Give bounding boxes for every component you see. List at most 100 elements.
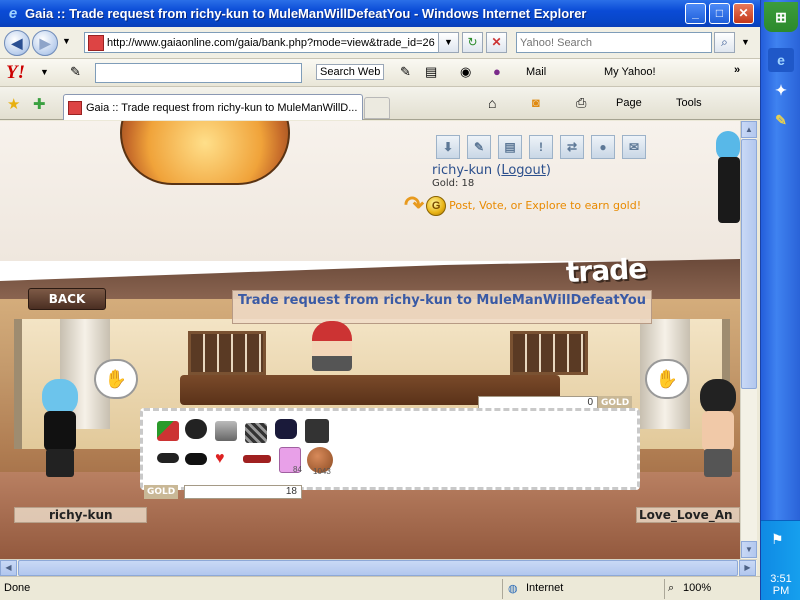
- left-player-name: richy-kun: [14, 507, 147, 523]
- tray-network-icon[interactable]: ⚑: [771, 531, 784, 548]
- search-input[interactable]: [517, 33, 707, 52]
- pencil-icon[interactable]: ✎: [70, 64, 81, 80]
- page-menu-button[interactable]: Page: [616, 97, 642, 109]
- messenger-icon[interactable]: ●: [493, 64, 501, 79]
- taskbar-messenger-icon[interactable]: ✦: [768, 78, 794, 102]
- item-jacket[interactable]: [275, 419, 297, 439]
- forward-nav-button[interactable]: ▶: [32, 30, 58, 56]
- print-icon[interactable]: ⎙: [576, 95, 586, 111]
- favorites-star-icon[interactable]: ★: [7, 95, 20, 113]
- bookmarks-icon[interactable]: ▤: [425, 64, 437, 80]
- top-right-avatar: [714, 131, 740, 223]
- back-button[interactable]: BACK: [28, 288, 106, 310]
- shelf-left: [188, 331, 266, 375]
- trade-title: Trade request from richy-kun to MuleManW…: [237, 293, 647, 308]
- my-gold-field[interactable]: 18: [184, 485, 302, 499]
- yahoo-search-field[interactable]: [95, 63, 302, 83]
- back-nav-button[interactable]: ◀: [4, 30, 30, 56]
- maximize-button[interactable]: □: [709, 3, 730, 24]
- history-dropdown-icon[interactable]: ▼: [62, 36, 71, 46]
- item-belt[interactable]: [243, 455, 271, 463]
- horizontal-scroll-thumb[interactable]: [18, 560, 738, 576]
- gaia-favicon-icon: [88, 34, 104, 51]
- trade-banner-text: trade: [565, 251, 647, 290]
- tab-label: Gaia :: Trade request from richy-kun to …: [86, 101, 358, 114]
- internet-zone-icon: ◍: [508, 583, 518, 595]
- item-glasses[interactable]: [157, 453, 179, 463]
- friends-icon[interactable]: ●: [591, 135, 615, 159]
- my-yahoo-button[interactable]: My Yahoo!: [604, 66, 656, 78]
- logout-link[interactable]: Logout: [501, 163, 546, 178]
- alert-icon[interactable]: !: [529, 135, 553, 159]
- horizontal-scrollbar[interactable]: ◀ ▶: [0, 559, 757, 576]
- globe-icon[interactable]: ◉: [460, 64, 471, 80]
- journal-icon[interactable]: ▤: [498, 135, 522, 159]
- item-armor[interactable]: [215, 421, 237, 441]
- left-player-avatar: [30, 379, 90, 479]
- earn-gold-text[interactable]: Post, Vote, or Explore to earn gold!: [449, 199, 641, 212]
- add-favorites-icon[interactable]: ✚: [33, 95, 46, 113]
- forum-icon[interactable]: ✎: [467, 135, 491, 159]
- highlight-icon[interactable]: ✎: [400, 64, 411, 80]
- right-player-avatar: [688, 379, 740, 479]
- tab-row: ★ ✚ Gaia :: Trade request from richy-kun…: [0, 87, 760, 120]
- scroll-down-icon[interactable]: ▼: [741, 541, 757, 558]
- item-leaf-hat[interactable]: [157, 421, 179, 441]
- yahoo-logo[interactable]: Y!: [6, 62, 25, 84]
- yahoo-menu-dropdown-icon[interactable]: ▼: [40, 67, 49, 77]
- search-field[interactable]: [516, 32, 712, 53]
- offer-box: ♥ 84 1043: [140, 408, 640, 490]
- search-options-icon[interactable]: ▼: [741, 37, 750, 47]
- mail-icon[interactable]: ✉: [622, 135, 646, 159]
- item-card-count: 84: [293, 465, 302, 474]
- status-bar: Done ◍ Internet ⌕ 100%: [0, 576, 760, 600]
- item-black-top[interactable]: [185, 419, 207, 439]
- tab-gaia-trade[interactable]: Gaia :: Trade request from richy-kun to …: [63, 94, 363, 120]
- my-gold-tag: GOLD: [144, 485, 179, 499]
- gaia-nav-icons: ⬇ ✎ ▤ ! ⇄ ● ✉: [436, 135, 646, 159]
- item-earrings[interactable]: [185, 453, 207, 465]
- start-button[interactable]: ⊞: [764, 2, 798, 32]
- anniversary-logo[interactable]: [120, 121, 290, 185]
- mail-button[interactable]: Mail: [526, 66, 546, 78]
- username[interactable]: richy-kun: [432, 163, 492, 178]
- feeds-icon[interactable]: ◙: [532, 95, 540, 110]
- search-web-button[interactable]: Search Web: [316, 64, 385, 80]
- toolbar-more-chevron-icon[interactable]: »: [734, 64, 740, 76]
- vertical-scrollbar[interactable]: ▲ ▼: [740, 121, 757, 559]
- ie-logo-icon: e: [8, 4, 18, 22]
- handshake-left-icon[interactable]: ✋: [94, 359, 138, 399]
- refresh-icon[interactable]: ↻: [462, 32, 483, 53]
- scroll-up-icon[interactable]: ▲: [741, 121, 757, 138]
- vertical-scroll-thumb[interactable]: [741, 139, 757, 389]
- address-input[interactable]: [107, 36, 447, 49]
- tools-menu-button[interactable]: Tools: [676, 97, 702, 109]
- stop-icon[interactable]: ✕: [486, 32, 507, 53]
- search-go-icon[interactable]: ⌕: [714, 32, 735, 53]
- trade-arrows-icon[interactable]: ⇄: [560, 135, 584, 159]
- scroll-right-icon[interactable]: ▶: [739, 560, 756, 576]
- item-pants[interactable]: [305, 419, 329, 443]
- address-dropdown-icon[interactable]: ▼: [438, 32, 459, 53]
- minimize-button[interactable]: _: [685, 3, 706, 24]
- close-button[interactable]: ✕: [733, 3, 754, 24]
- home-icon[interactable]: ⌂: [488, 95, 496, 111]
- taskbar-paint-icon[interactable]: ✎: [768, 108, 794, 132]
- arrow-nav-icon[interactable]: ⬇: [436, 135, 460, 159]
- taskbar-ie-icon[interactable]: e: [768, 48, 794, 72]
- shelf-right: [510, 331, 588, 375]
- zoom-level[interactable]: 100%: [683, 582, 711, 594]
- clock[interactable]: 3:51 PM: [761, 573, 800, 597]
- new-tab-button[interactable]: [364, 97, 390, 119]
- security-zone[interactable]: Internet: [526, 582, 563, 594]
- item-mesh[interactable]: [245, 423, 267, 443]
- scroll-left-icon[interactable]: ◀: [0, 560, 17, 576]
- window-title: Gaia :: Trade request from richy-kun to …: [25, 6, 587, 21]
- address-bar-row: ◀ ▶ ▼ ▼ ↻ ✕ ⌕ ▼: [0, 27, 760, 59]
- zoom-icon: ⌕: [668, 582, 675, 594]
- curved-arrow-icon: ↷: [404, 192, 425, 219]
- item-heart-icon[interactable]: ♥: [215, 451, 233, 467]
- handshake-right-icon[interactable]: ✋: [645, 359, 689, 399]
- gold-coin-icon: G: [426, 195, 447, 216]
- address-field[interactable]: [84, 32, 456, 53]
